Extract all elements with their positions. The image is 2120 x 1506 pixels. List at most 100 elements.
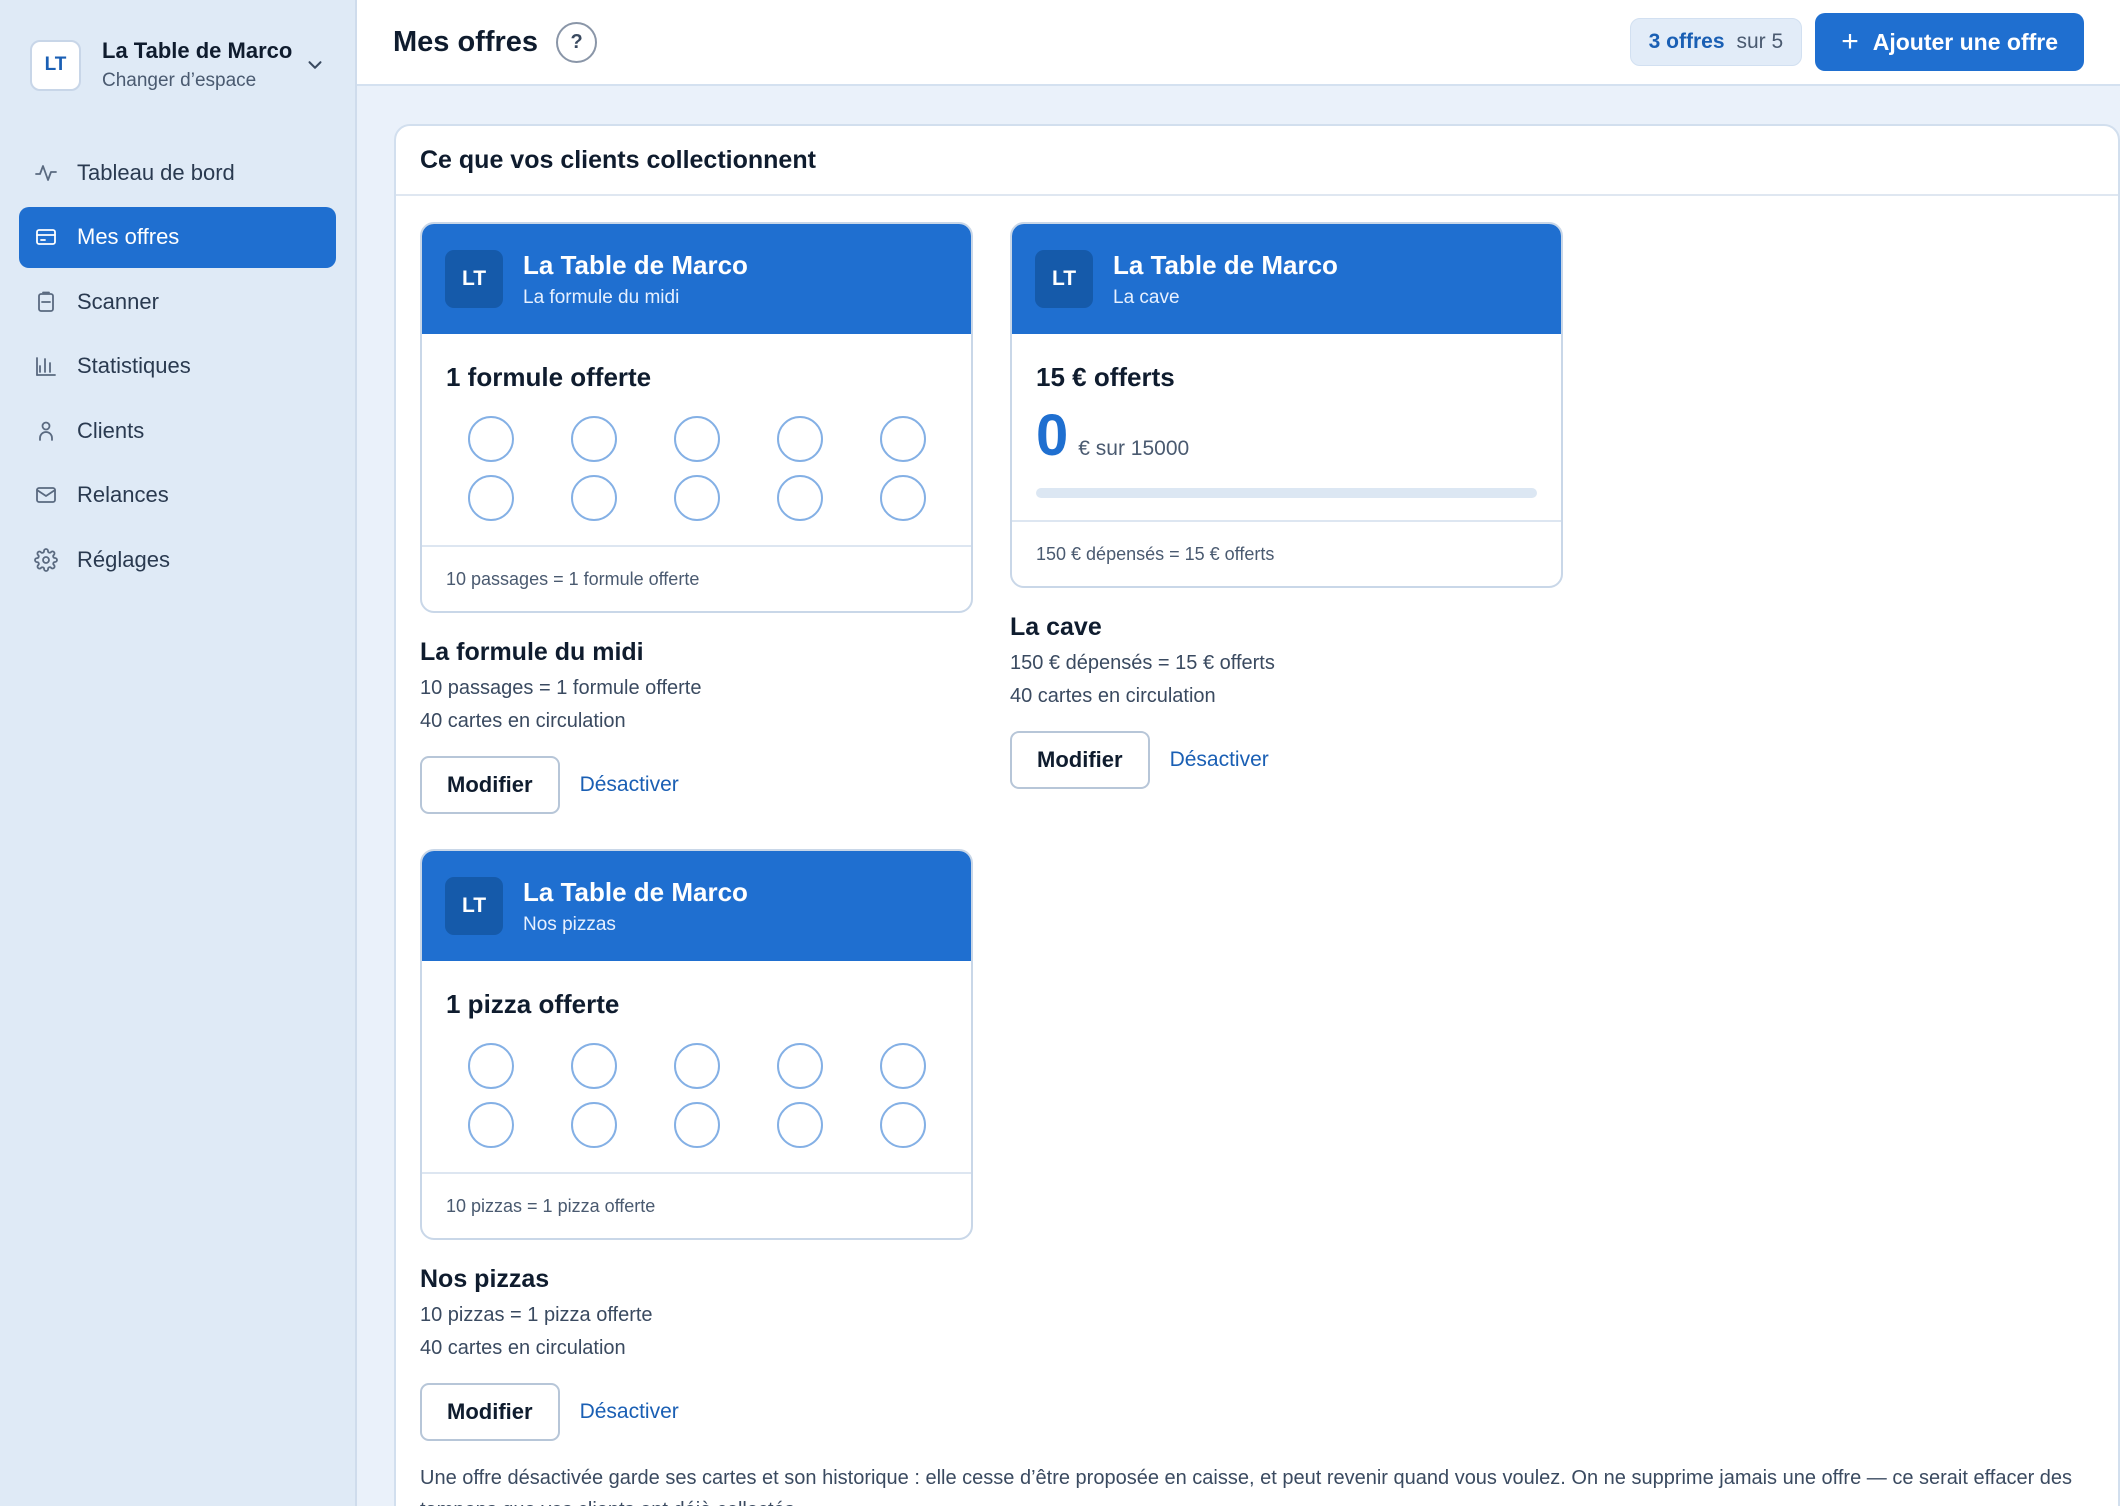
- card-subtitle: La formule du midi: [523, 286, 680, 308]
- offer-rule: 150 € dépensés = 15 € offerts: [1010, 652, 1275, 674]
- card-badge: LT: [1035, 250, 1093, 308]
- card-body: 15 € offerts 0 € sur 15000: [1012, 334, 1561, 498]
- workspace-switch-label: Changer d’espace: [102, 70, 257, 91]
- offer-circulation: 40 cartes en circulation: [1010, 685, 1216, 707]
- card-footer: 10 passages = 1 formule offerte: [422, 545, 971, 611]
- offers-panel: Ce que vos clients collectionnent LT La …: [394, 124, 2120, 1506]
- card-header-text: La Table de Marco La formule du midi: [523, 250, 748, 309]
- offer-item: LT La Table de Marco La formule du midi …: [420, 222, 973, 814]
- stamp-slot: [777, 475, 823, 521]
- quota-total: sur 5: [1736, 30, 1784, 53]
- offer-actions: Modifier Désactiver: [1010, 731, 1563, 789]
- page-title: Mes offres: [393, 25, 539, 58]
- offer-circulation: 40 cartes en circulation: [420, 1337, 626, 1359]
- card-brand: La Table de Marco: [523, 876, 748, 907]
- add-offer-button[interactable]: + Ajouter une offre: [1815, 13, 2084, 71]
- offers-quota-badge: 3 offres sur 5: [1629, 18, 1803, 66]
- bar-chart-icon: [33, 353, 59, 379]
- disable-link[interactable]: Désactiver: [580, 773, 679, 797]
- card-body: 1 formule offerte: [422, 334, 971, 545]
- sidebar-item-dashboard[interactable]: Tableau de bord: [19, 142, 336, 203]
- stamp-slot: [777, 416, 823, 462]
- stamp-grid: [468, 1043, 947, 1172]
- deactivation-note: Une offre désactivée garde ses cartes et…: [420, 1467, 2073, 1506]
- card-subtitle: La cave: [1113, 286, 1180, 308]
- disable-link[interactable]: Désactiver: [1170, 748, 1269, 772]
- stamp-slot: [571, 416, 617, 462]
- card-icon: [33, 224, 59, 250]
- stamp-slot: [880, 1043, 926, 1089]
- stamp-slot: [468, 1043, 514, 1089]
- sidebar: LT La Table de Marco Changer d’espace Ta…: [0, 0, 357, 1506]
- stamp-grid: [468, 416, 947, 545]
- stamp-slot: [674, 1102, 720, 1148]
- workspace-switcher[interactable]: LT La Table de Marco Changer d’espace: [19, 0, 336, 130]
- card-brand: La Table de Marco: [523, 249, 748, 280]
- card-header-text: La Table de Marco La cave: [1113, 250, 1338, 309]
- amount-target: € sur 15000: [1078, 437, 1190, 460]
- stamp-slot: [777, 1043, 823, 1089]
- offer-title: La formule du midi: [420, 638, 644, 666]
- app-root: LT La Table de Marco Changer d’espace Ta…: [0, 0, 2120, 1506]
- spend-progress-bar: [1036, 488, 1537, 498]
- stamp-slot: [674, 1043, 720, 1089]
- activity-icon: [33, 160, 59, 186]
- loyalty-card-preview: LT La Table de Marco Nos pizzas 1 pizza …: [420, 849, 973, 1240]
- sidebar-item-label: Mes offres: [77, 224, 180, 249]
- sidebar-item-clients[interactable]: Clients: [19, 400, 336, 461]
- workspace-badge: LT: [30, 39, 81, 91]
- chevron-down-icon: [308, 61, 322, 69]
- card-header-text: La Table de Marco Nos pizzas: [523, 877, 748, 936]
- offer-title: La cave: [1010, 613, 1102, 641]
- workspace-name: La Table de Marco: [102, 38, 293, 63]
- sidebar-item-statistics[interactable]: Statistiques: [19, 336, 336, 397]
- sidebar-nav: Tableau de bord Mes offres Scanner Stati…: [19, 142, 336, 590]
- sidebar-item-offers[interactable]: Mes offres: [19, 206, 336, 268]
- scanner-icon: [33, 289, 59, 315]
- stamp-slot: [468, 416, 514, 462]
- card-reward: 1 pizza offerte: [446, 989, 620, 1019]
- modify-button[interactable]: Modifier: [1010, 731, 1150, 789]
- stamp-slot: [880, 475, 926, 521]
- sidebar-item-reminders[interactable]: Relances: [19, 465, 336, 526]
- card-footer: 150 € dépensés = 15 € offerts: [1012, 520, 1561, 586]
- card-badge: LT: [445, 250, 503, 308]
- quota-count: 3 offres: [1648, 30, 1725, 53]
- sidebar-item-settings[interactable]: Réglages: [19, 529, 336, 590]
- modify-button[interactable]: Modifier: [420, 1383, 560, 1441]
- stamp-slot: [571, 1102, 617, 1148]
- sidebar-item-label: Clients: [77, 417, 145, 443]
- card-footer: 10 pizzas = 1 pizza offerte: [422, 1172, 971, 1238]
- sidebar-item-label: Tableau de bord: [77, 159, 235, 185]
- card-reward: 15 € offerts: [1036, 362, 1175, 392]
- card-reward: 1 formule offerte: [446, 362, 652, 392]
- sidebar-item-label: Scanner: [77, 288, 159, 314]
- card-header: LT La Table de Marco La cave: [1012, 224, 1561, 334]
- stamp-slot: [571, 1043, 617, 1089]
- modify-button[interactable]: Modifier: [420, 756, 560, 814]
- topbar: Mes offres ? 3 offres sur 5 + Ajouter un…: [357, 0, 2120, 86]
- disable-link[interactable]: Désactiver: [580, 1400, 679, 1424]
- stamp-slot: [571, 475, 617, 521]
- card-badge: LT: [445, 877, 503, 935]
- stamp-slot: [777, 1102, 823, 1148]
- offer-actions: Modifier Désactiver: [420, 756, 973, 814]
- offer-circulation: 40 cartes en circulation: [420, 710, 626, 732]
- offer-rule: 10 passages = 1 formule offerte: [420, 677, 702, 699]
- gear-icon: [33, 547, 59, 573]
- panel-title: Ce que vos clients collectionnent: [396, 126, 2118, 196]
- mail-icon: [33, 482, 59, 508]
- help-button[interactable]: ?: [556, 21, 598, 63]
- workspace-text: La Table de Marco Changer d’espace: [102, 38, 304, 92]
- offer-title: Nos pizzas: [420, 1265, 550, 1293]
- sidebar-item-label: Statistiques: [77, 353, 191, 378]
- sidebar-item-label: Réglages: [77, 546, 170, 572]
- sidebar-item-scanner[interactable]: Scanner: [19, 271, 336, 332]
- stamp-slot: [674, 416, 720, 462]
- stamp-slot: [468, 475, 514, 521]
- offer-rule: 10 pizzas = 1 pizza offerte: [420, 1304, 653, 1326]
- stamp-slot: [880, 416, 926, 462]
- card-body: 1 pizza offerte: [422, 961, 971, 1172]
- amount-row: 0 € sur 15000: [1036, 407, 1537, 465]
- stamp-slot: [674, 475, 720, 521]
